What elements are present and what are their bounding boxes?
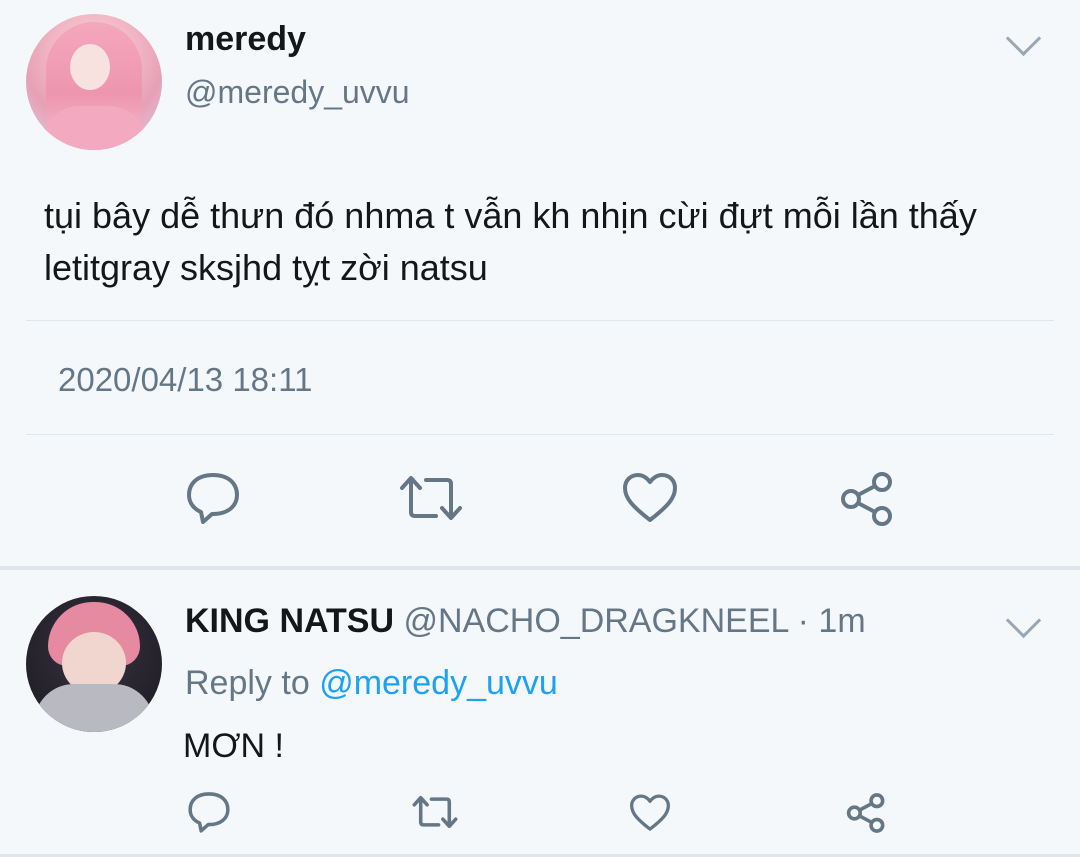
tweet-timestamp: 2020/04/13 18:11 <box>58 361 313 398</box>
heart-icon <box>623 473 677 522</box>
reply-to-label: Reply to <box>185 664 310 702</box>
reply-avatar[interactable] <box>26 596 162 732</box>
reply-display-name[interactable]: KING NATSU <box>185 602 394 640</box>
reply-button[interactable] <box>186 790 232 834</box>
reply-header: KING NATSU @NACHO_DRAGKNEEL · 1m <box>185 602 866 641</box>
reply-button[interactable] <box>184 470 242 526</box>
retweet-button[interactable] <box>396 470 466 526</box>
share-icon <box>846 793 885 833</box>
tweet-text: tụi bây dễ thưn đó nhma t vẫn kh nhịn cừ… <box>44 195 977 288</box>
like-button[interactable] <box>628 792 672 834</box>
retweet-icon <box>400 476 462 520</box>
avatar-hood <box>34 684 154 732</box>
reply-to-handle-link[interactable]: @meredy_uvvu <box>319 664 558 702</box>
reply-text: MƠN ! <box>183 727 284 765</box>
reply-time-ago: 1m <box>818 602 866 640</box>
section-divider <box>0 566 1080 570</box>
avatar[interactable] <box>26 14 162 150</box>
heart-icon <box>630 794 670 831</box>
avatar-face <box>70 44 110 90</box>
reply-user-handle[interactable]: @NACHO_DRAGKNEEL <box>403 602 788 640</box>
reply-to-line: Reply to @meredy_uvvu <box>185 664 558 703</box>
retweet-icon <box>412 795 458 829</box>
divider <box>26 434 1054 435</box>
reply-bubble-icon <box>188 792 230 833</box>
chevron-down-icon[interactable] <box>1005 602 1042 639</box>
chevron-down-icon[interactable] <box>1005 20 1042 57</box>
share-icon <box>841 472 892 526</box>
share-button[interactable] <box>838 470 896 528</box>
retweet-button[interactable] <box>410 792 460 832</box>
like-button[interactable] <box>620 470 680 526</box>
separator-dot: · <box>797 602 809 640</box>
user-handle[interactable]: @meredy_uvvu <box>185 74 410 111</box>
divider <box>26 320 1054 321</box>
display-name[interactable]: meredy <box>185 20 306 59</box>
share-button[interactable] <box>845 792 887 834</box>
reply-bubble-icon <box>187 473 239 524</box>
